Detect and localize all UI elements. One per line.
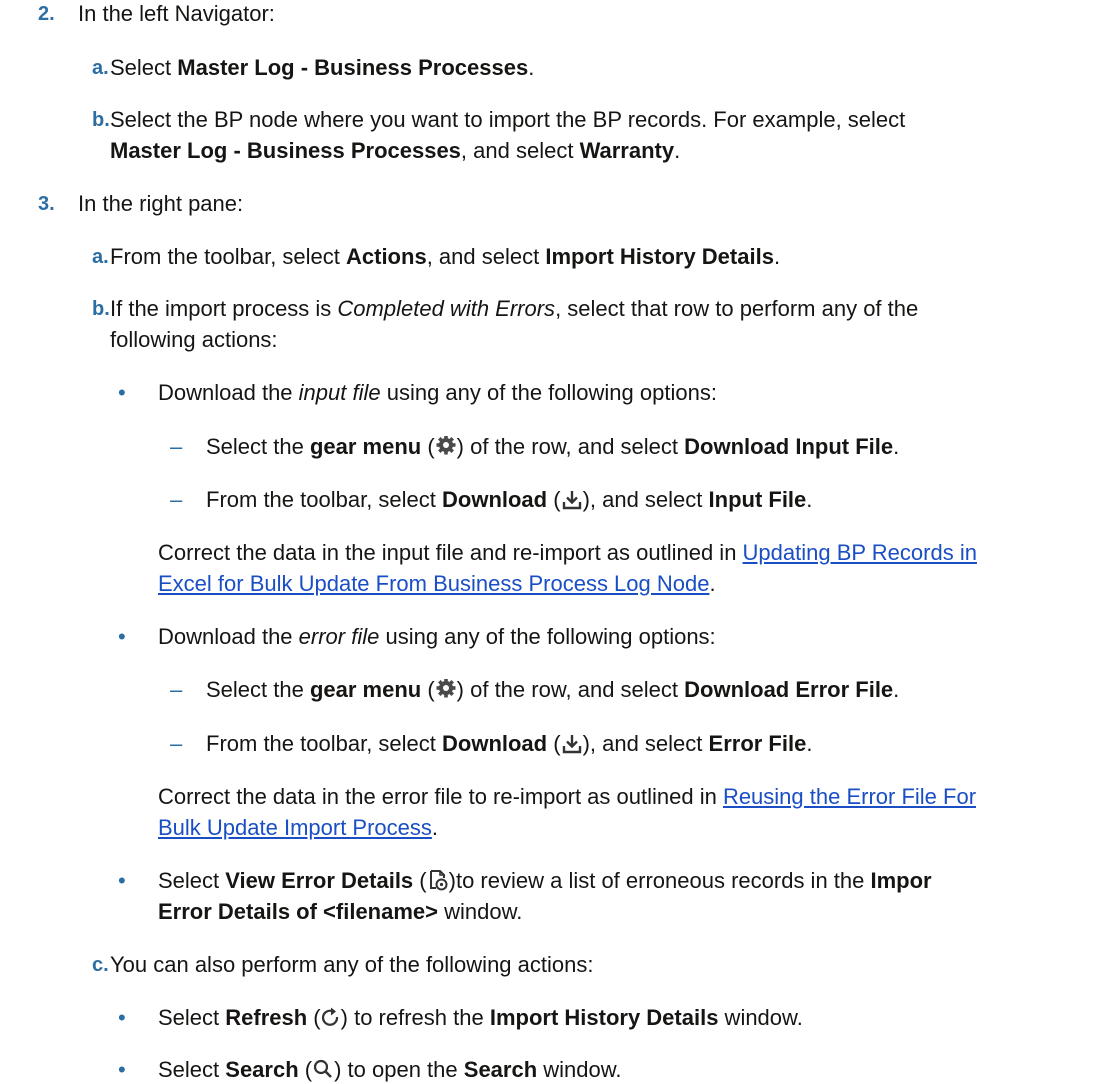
download-error-file-item: Download the error file using any of the… xyxy=(158,624,716,649)
download-icon xyxy=(562,491,581,510)
step-2b-line1: Select the BP node where you want to imp… xyxy=(110,107,906,132)
dash: – xyxy=(170,677,183,702)
error-note: Correct the data in the error file to re… xyxy=(158,784,977,809)
step-2a-text: Select Master Log - Business Processes. xyxy=(110,55,535,80)
step-3-intro: In the right pane: xyxy=(78,191,244,216)
view-error-details-icon xyxy=(429,870,448,891)
step-3a-label: a. xyxy=(92,246,109,268)
updating-bp-records-link-cont[interactable]: Excel for Bulk Update From Business Proc… xyxy=(158,571,709,596)
step-2b-label: b. xyxy=(92,109,110,131)
step-2b-line2: Master Log - Business Processes, and sel… xyxy=(110,138,681,163)
input-option-gear-menu: Select the gear menu () of the row, and … xyxy=(206,434,900,459)
step-3-number: 3. xyxy=(38,193,55,215)
error-option-gear-menu: Select the gear menu () of the row, and … xyxy=(206,677,900,702)
step-3c-text: You can also perform any of the followin… xyxy=(110,952,594,977)
bullet: • xyxy=(118,1057,126,1082)
step-3a-text: From the toolbar, select Actions, and se… xyxy=(110,244,781,269)
view-error-details-item: Select View Error Details ()to review a … xyxy=(158,868,932,893)
dash: – xyxy=(170,731,183,756)
gear-icon xyxy=(436,436,456,455)
input-option-download: From the toolbar, select Download (), an… xyxy=(206,487,813,512)
step-2a-label: a. xyxy=(92,57,109,79)
step-3b-label: b. xyxy=(92,298,110,320)
step-3b-line2: following actions: xyxy=(110,327,278,352)
refresh-icon xyxy=(321,1007,338,1026)
dash: – xyxy=(170,434,183,459)
refresh-item: Select Refresh () to refresh the Import … xyxy=(158,1005,803,1030)
document: 2. In the left Navigator: a. Select Mast… xyxy=(0,0,1100,1084)
bullet: • xyxy=(118,868,126,893)
bullet: • xyxy=(118,624,126,649)
error-option-download: From the toolbar, select Download (), an… xyxy=(206,731,813,756)
download-input-file-item: Download the input file using any of the… xyxy=(158,380,717,405)
download-icon xyxy=(562,735,581,754)
error-note-line2: Bulk Update Import Process. xyxy=(158,815,439,840)
step-2-intro: In the left Navigator: xyxy=(78,1,275,26)
input-note: Correct the data in the input file and r… xyxy=(158,540,977,565)
input-note-line2: Excel for Bulk Update From Business Proc… xyxy=(158,571,716,596)
step-3b-line1: If the import process is Completed with … xyxy=(110,296,919,321)
updating-bp-records-link[interactable]: Updating BP Records in xyxy=(743,540,977,565)
step-2-number: 2. xyxy=(38,3,55,25)
bullet: • xyxy=(118,1005,126,1030)
dash: – xyxy=(170,487,183,512)
reusing-error-file-link[interactable]: Reusing the Error File For xyxy=(723,784,976,809)
reusing-error-file-link-cont[interactable]: Bulk Update Import Process xyxy=(158,815,432,840)
step-3c-label: c. xyxy=(92,954,109,976)
search-item: Select Search () to open the Search wind… xyxy=(158,1057,622,1082)
bullet: • xyxy=(118,380,126,405)
search-icon xyxy=(314,1059,333,1078)
view-error-details-line2: Error Details of <filename> window. xyxy=(158,899,523,924)
gear-icon xyxy=(436,679,456,698)
